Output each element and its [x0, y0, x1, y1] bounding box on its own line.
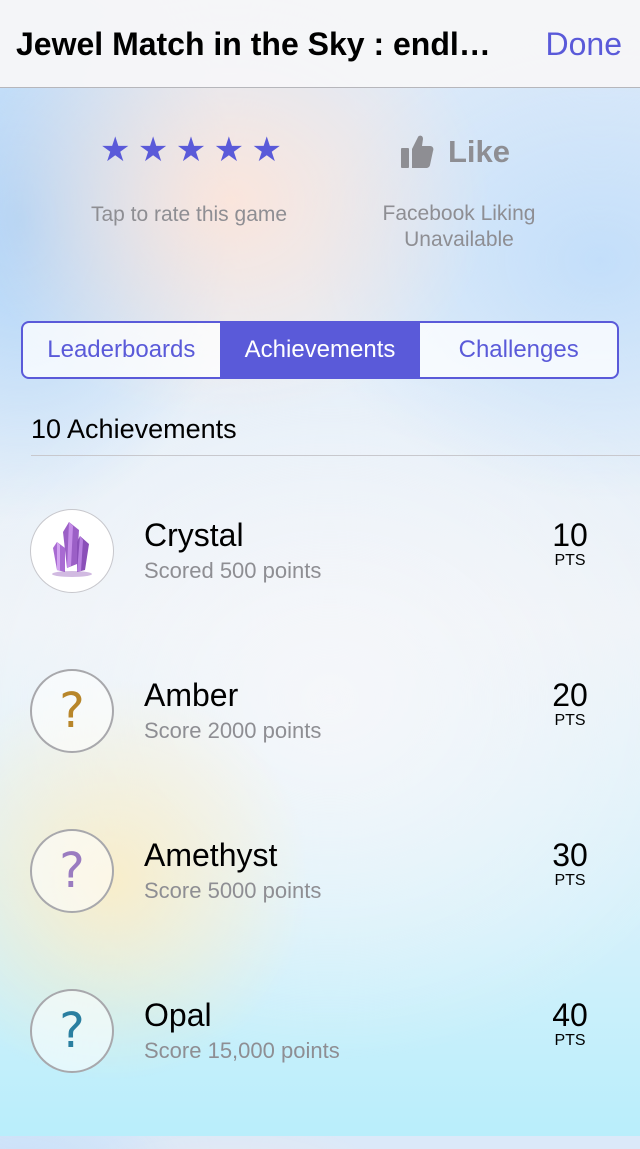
achievement-name: Amber [144, 677, 239, 713]
tab-challenges[interactable]: Challenges [418, 323, 617, 377]
points-value: 20 [552, 677, 588, 713]
achievement-name: Crystal [144, 517, 244, 553]
achievement-row-crystal[interactable]: Crystal Scored 500 points 10 PTS [0, 509, 640, 669]
facebook-liking-status: Facebook Liking Unavailable [382, 202, 536, 251]
achievement-description: Scored 500 points [144, 558, 322, 583]
question-mark-icon: ? [59, 683, 85, 739]
achievement-badge: ? [30, 669, 114, 753]
crystal-icon [47, 518, 97, 585]
achievement-points: 40 PTS [530, 995, 610, 1049]
section-divider [31, 455, 640, 456]
points-unit: PTS [554, 712, 586, 729]
star-icon[interactable]: ★ [176, 130, 206, 170]
like-button[interactable]: Like [400, 132, 510, 172]
points-value: 30 [552, 837, 588, 873]
navigation-bar: Jewel Match in the Sky : endl… Done [0, 0, 640, 88]
tab-achievements[interactable]: Achievements [219, 323, 419, 377]
star-icon[interactable]: ★ [214, 130, 244, 170]
points-unit: PTS [554, 1032, 586, 1049]
star-icon[interactable]: ★ [100, 130, 130, 170]
rate-game-label: Tap to rate this game [90, 203, 288, 226]
achievement-points: 10 PTS [530, 515, 610, 569]
points-value: 40 [552, 997, 588, 1033]
achievement-description: Score 5000 points [144, 878, 322, 903]
rating-stars[interactable]: ★ ★ ★ ★ ★ [100, 130, 282, 170]
like-label: Like [448, 134, 511, 169]
achievement-points: 30 PTS [530, 835, 610, 889]
game-title: Jewel Match in the Sky : endl… [16, 26, 491, 62]
tab-leaderboards[interactable]: Leaderboards [23, 323, 220, 377]
points-unit: PTS [554, 552, 586, 569]
achievement-badge: ? [30, 829, 114, 913]
points-value: 10 [552, 517, 588, 553]
achievements-count-header: 10 Achievements [31, 414, 237, 444]
achievement-badge [30, 509, 114, 593]
question-mark-icon: ? [59, 843, 85, 899]
achievement-name: Opal [144, 997, 212, 1033]
achievement-row-amethyst[interactable]: ? Amethyst Score 5000 points 30 PTS [0, 829, 640, 989]
achievement-points: 20 PTS [530, 675, 610, 729]
achievement-name: Amethyst [144, 837, 278, 873]
question-mark-icon: ? [59, 1003, 85, 1059]
done-button[interactable]: Done [546, 24, 623, 64]
achievement-row-opal[interactable]: ? Opal Score 15,000 points 40 PTS [0, 989, 640, 1149]
points-unit: PTS [554, 872, 586, 889]
achievement-description: Score 15,000 points [144, 1038, 340, 1063]
achievement-row-amber[interactable]: ? Amber Score 2000 points 20 PTS [0, 669, 640, 829]
star-icon[interactable]: ★ [252, 130, 282, 170]
segmented-control: Leaderboards Achievements Challenges [21, 321, 619, 379]
thumbs-up-icon [400, 134, 434, 170]
achievement-description: Score 2000 points [144, 718, 322, 743]
star-icon[interactable]: ★ [138, 130, 168, 170]
achievement-badge: ? [30, 989, 114, 1073]
